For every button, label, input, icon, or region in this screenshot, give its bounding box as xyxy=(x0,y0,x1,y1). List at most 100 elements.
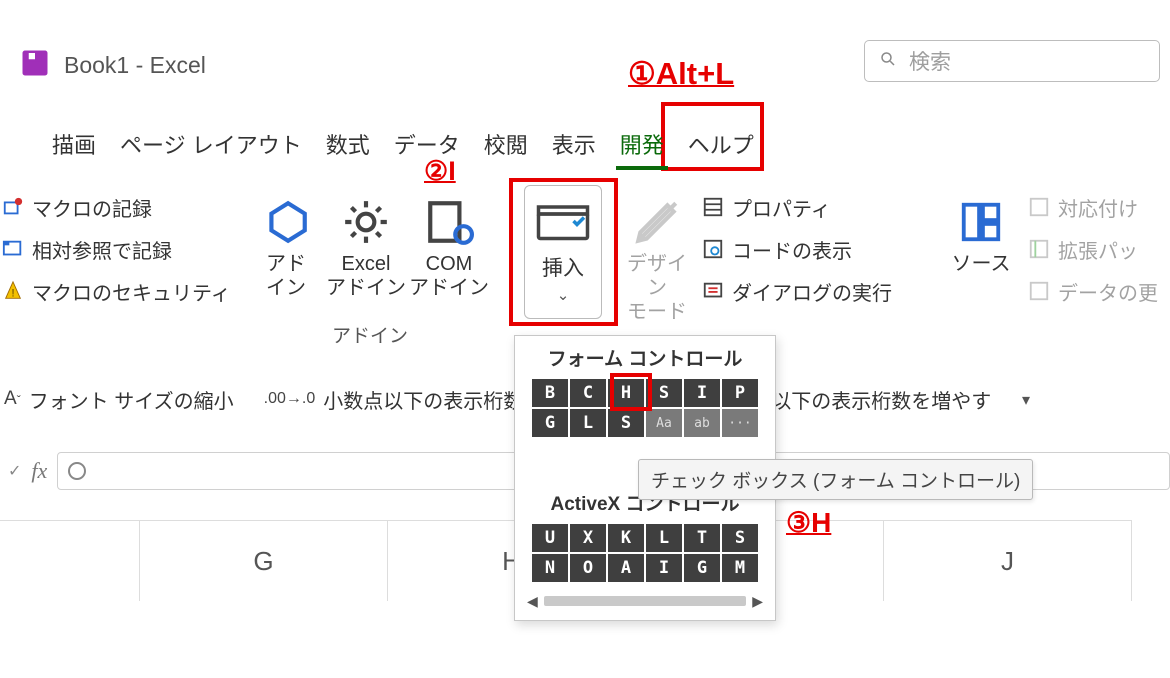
macro-security-button[interactable]: ! マクロのセキュリティ xyxy=(2,270,231,312)
search-icon xyxy=(879,50,897,73)
relative-refs-icon xyxy=(2,238,24,260)
col-head-j[interactable]: J xyxy=(884,521,1132,601)
record-macro-button[interactable]: マクロの記録 xyxy=(2,186,231,228)
overflow-icon: ▾ xyxy=(1022,392,1030,409)
scroll-track[interactable] xyxy=(544,596,746,606)
form-tile-g[interactable]: G xyxy=(532,409,568,437)
qat-overflow-button[interactable]: ▾ xyxy=(1022,388,1030,411)
scroll-left-icon[interactable]: ◀ xyxy=(527,593,538,610)
decimal-decrease-button[interactable]: .00→.0 小数点以下の表示桁数 xyxy=(264,385,524,414)
tab-formulas[interactable]: 数式 xyxy=(314,118,382,172)
form-controls-heading: フォーム コントロール xyxy=(515,336,775,377)
col-head-f-blank[interactable] xyxy=(0,521,140,601)
expansion-pack-button[interactable]: 拡張パッ xyxy=(1028,228,1158,270)
addins-group: アド イン Excel アドイン COM アドイン アドイン xyxy=(246,188,494,348)
map-properties-icon xyxy=(1028,196,1050,218)
form-tile-b[interactable]: B xyxy=(532,379,568,407)
font-decrease-label: フォント サイズの縮小 xyxy=(29,385,234,414)
ax-tile-a[interactable]: A xyxy=(608,554,644,582)
form-tile-s2[interactable]: S xyxy=(608,409,644,437)
refresh-data-button[interactable]: データの更 xyxy=(1028,270,1158,312)
ax-tile-g[interactable]: G xyxy=(684,554,720,582)
record-macro-icon xyxy=(2,196,24,218)
form-tile-p[interactable]: P xyxy=(722,379,758,407)
save-icon[interactable] xyxy=(20,48,50,83)
window-title: Book1 - Excel xyxy=(64,52,206,79)
tab-view[interactable]: 表示 xyxy=(540,118,608,172)
source-button[interactable]: ソース xyxy=(946,188,1016,276)
decimal-increase-label: 以下の表示桁数を増やす xyxy=(771,385,991,414)
fx-label: fx xyxy=(31,458,47,484)
tab-review[interactable]: 校閲 xyxy=(472,118,540,172)
map-properties-button[interactable]: 対応付け xyxy=(1028,186,1158,228)
tab-draw[interactable]: 描画 xyxy=(40,118,108,172)
com-addins-button[interactable]: COM アドイン xyxy=(406,188,492,300)
form-tile-d1: Aa xyxy=(646,409,682,437)
ax-tile-o[interactable]: O xyxy=(570,554,606,582)
insert-label: 挿入 xyxy=(542,252,584,282)
properties-button[interactable]: プロパティ xyxy=(702,186,892,228)
record-macro-label: マクロの記録 xyxy=(32,193,152,222)
ax-tile-m[interactable]: M xyxy=(722,554,758,582)
form-tile-l[interactable]: L xyxy=(570,409,606,437)
popup-scrollbar[interactable]: ◀ ▶ xyxy=(527,592,763,610)
formula-check-icon[interactable]: ✓ xyxy=(8,461,21,481)
ax-tile-t[interactable]: T xyxy=(684,524,720,552)
form-tile-d2: ab xyxy=(684,409,720,437)
scroll-right-icon[interactable]: ▶ xyxy=(752,593,763,610)
addins-label: アド イン xyxy=(266,252,306,300)
ax-tile-x[interactable]: X xyxy=(570,524,606,552)
properties-label: プロパティ xyxy=(732,193,831,222)
tab-page-layout[interactable]: ページ レイアウト xyxy=(108,118,314,172)
ax-tile-l[interactable]: L xyxy=(646,524,682,552)
tab-developer[interactable]: 開発 xyxy=(608,118,676,172)
activex-controls-grid: U X K L T S N O A I G M xyxy=(515,522,775,584)
ribbon-body: マクロの記録 相対参照で記録 ! マクロのセキュリティ アド イン Excel … xyxy=(0,180,1170,340)
refresh-data-label: データの更 xyxy=(1058,277,1158,306)
tab-help[interactable]: ヘルプ xyxy=(676,118,766,172)
form-controls-grid: B C H S I P G L S Aa ab ··· xyxy=(515,377,775,439)
insert-controls-button[interactable]: 挿入 ⌄ xyxy=(524,185,602,319)
control-cmds-group: プロパティ コードの表示 ダイアログの実行 xyxy=(702,186,892,312)
xml-cmds-group: 対応付け 拡張パッ データの更 xyxy=(1028,186,1158,312)
toolbox-icon xyxy=(535,198,591,252)
form-tile-s[interactable]: S xyxy=(646,379,682,407)
addins-button[interactable]: アド イン xyxy=(246,188,326,300)
design-mode-label: デザイン モード xyxy=(618,252,696,324)
ax-tile-k[interactable]: K xyxy=(608,524,644,552)
design-mode-button[interactable]: デザイン モード xyxy=(618,188,696,324)
use-relative-refs-button[interactable]: 相対参照で記録 xyxy=(2,228,231,270)
decimal-decrease-label: 小数点以下の表示桁数 xyxy=(323,385,523,414)
form-tile-h[interactable]: H xyxy=(608,379,644,407)
tooltip-checkbox: チェック ボックス (フォーム コントロール) xyxy=(638,459,1033,500)
run-dialog-label: ダイアログの実行 xyxy=(732,277,892,306)
font-decrease-button[interactable]: Aˇ フォント サイズの縮小 xyxy=(4,385,234,414)
svg-text:!: ! xyxy=(11,288,14,300)
ax-tile-i[interactable]: I xyxy=(646,554,682,582)
insert-group: 挿入 ⌄ xyxy=(524,185,602,319)
form-tile-c[interactable]: C xyxy=(570,379,606,407)
refresh-data-icon xyxy=(1028,280,1050,302)
form-tile-i[interactable]: I xyxy=(684,379,720,407)
titlebar: Book1 - Excel xyxy=(20,48,206,83)
ax-tile-s[interactable]: S xyxy=(722,524,758,552)
search-box[interactable]: 検索 xyxy=(864,40,1160,82)
view-code-button[interactable]: コードの表示 xyxy=(702,228,892,270)
search-placeholder: 検索 xyxy=(909,46,951,76)
relative-refs-label: 相対参照で記録 xyxy=(32,235,172,264)
design-mode-icon xyxy=(632,192,682,252)
col-head-g[interactable]: G xyxy=(140,521,388,601)
ribbon-tabs: 描画 ページ レイアウト 数式 データ 校閲 表示 開発 ヘルプ xyxy=(40,118,766,172)
macro-security-label: マクロのセキュリティ xyxy=(32,277,231,306)
expansion-pack-label: 拡張パッ xyxy=(1058,235,1138,264)
ax-tile-u[interactable]: U xyxy=(532,524,568,552)
ax-tile-n[interactable]: N xyxy=(532,554,568,582)
form-tile-d3: ··· xyxy=(722,409,758,437)
macro-security-icon: ! xyxy=(2,280,24,302)
source-icon xyxy=(958,192,1004,252)
excel-addins-button[interactable]: Excel アドイン xyxy=(326,188,406,300)
run-dialog-button[interactable]: ダイアログの実行 xyxy=(702,270,892,312)
decimal-increase-button[interactable]: 以下の表示桁数を増やす xyxy=(771,385,991,414)
macro-group: マクロの記録 相対参照で記録 ! マクロのセキュリティ xyxy=(2,186,231,312)
gear-icon xyxy=(341,192,391,252)
